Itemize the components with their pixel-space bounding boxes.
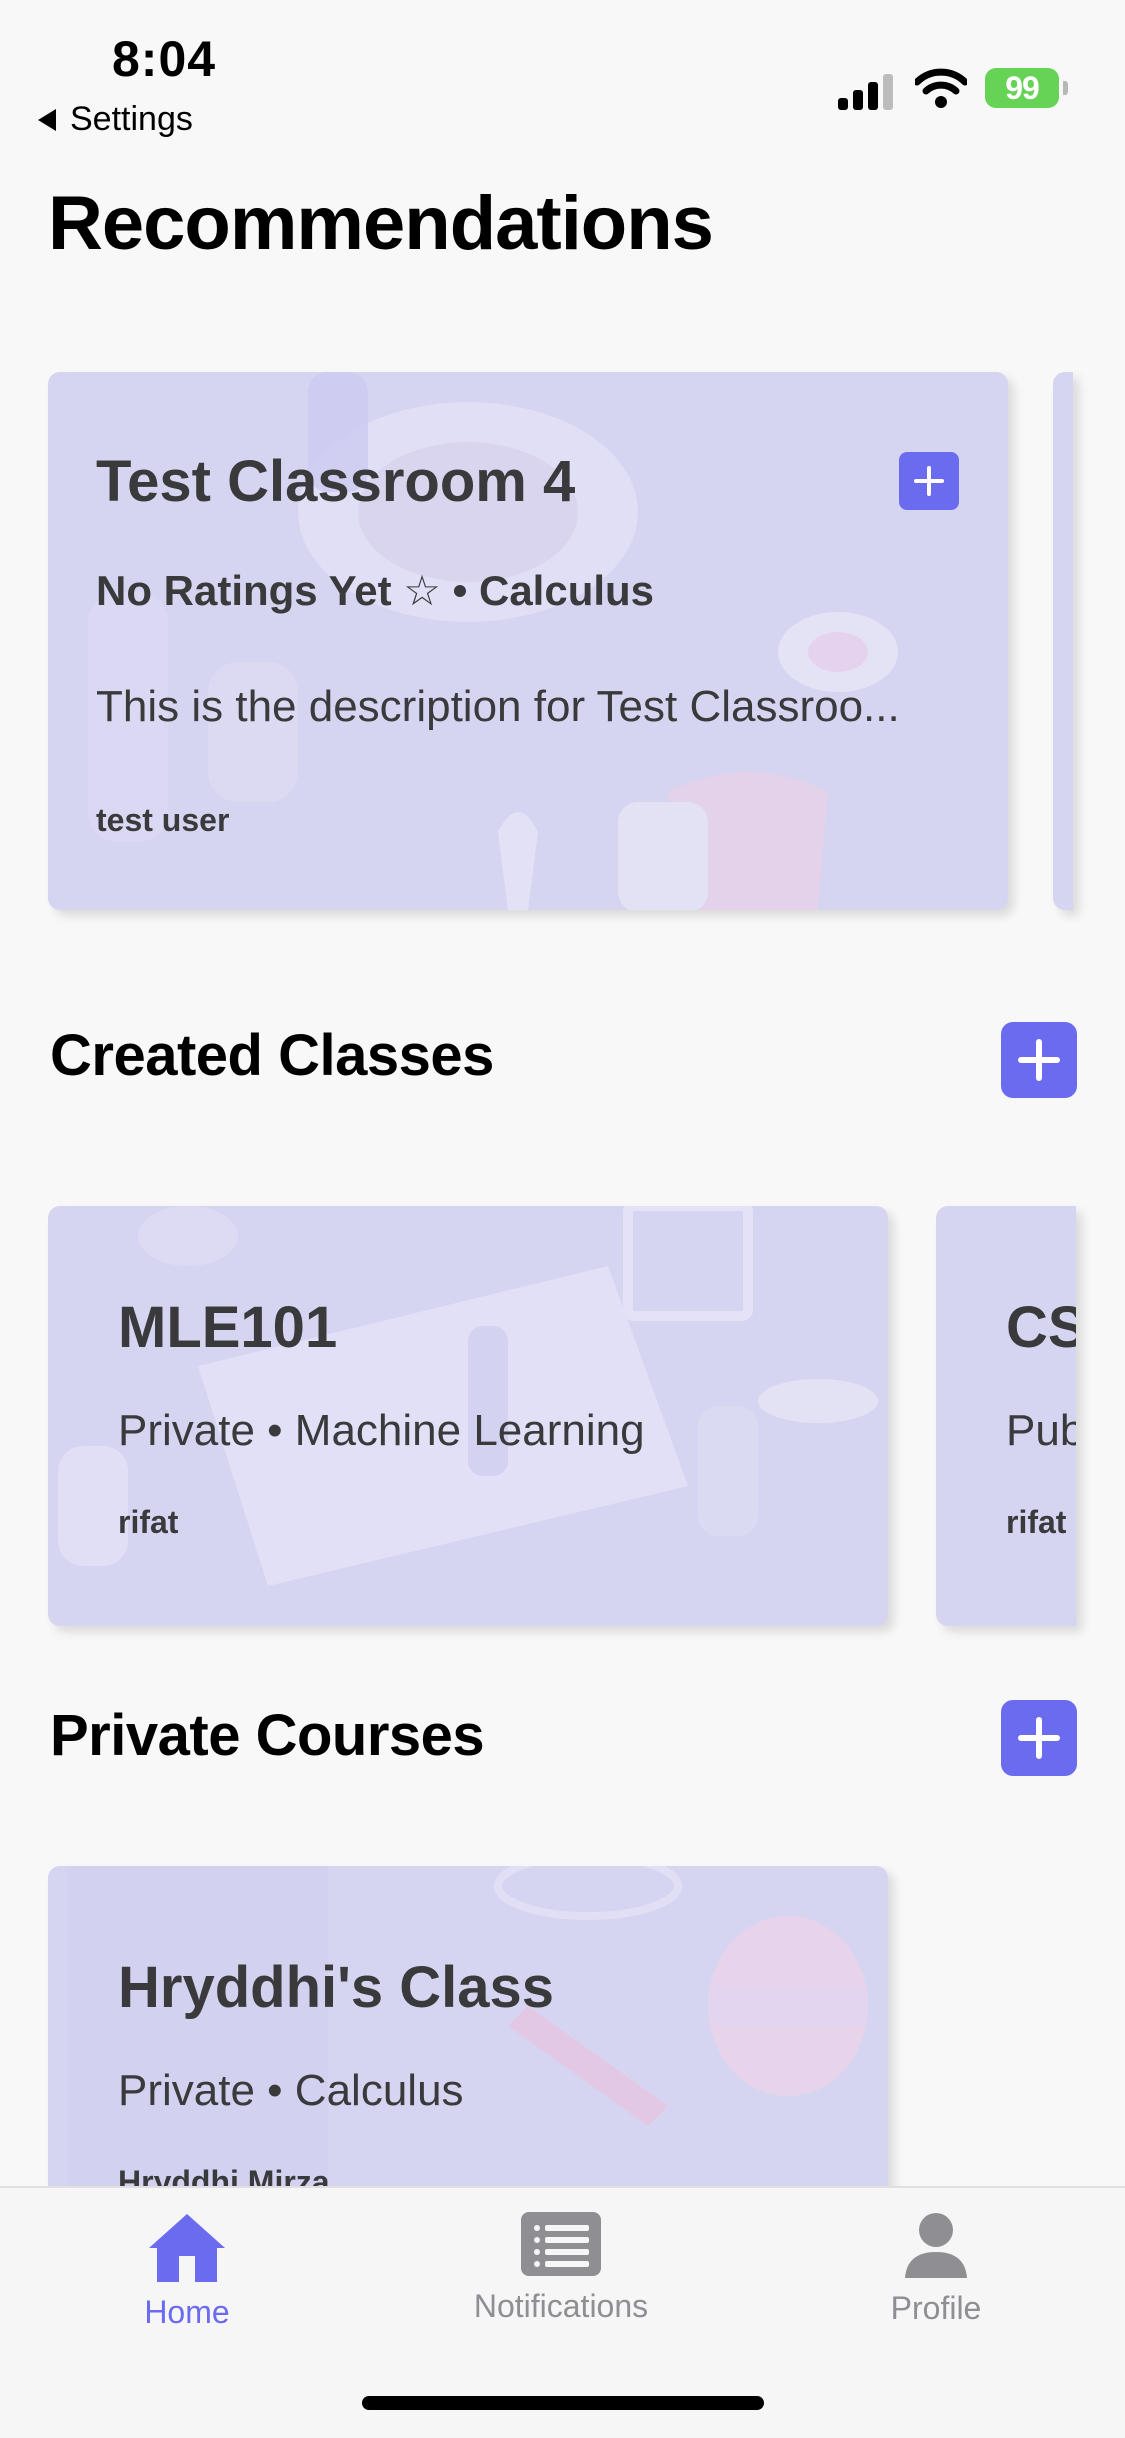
card-illustration (68, 1866, 868, 2196)
class-owner: rifat (1006, 1504, 1067, 1540)
class-meta: Private • Machine Learning (118, 1406, 645, 1455)
join-class-button[interactable] (899, 452, 959, 510)
tab-home[interactable]: Home (37, 2210, 337, 2331)
course-meta: Private • Calculus (118, 2066, 464, 2115)
list-icon (521, 2212, 601, 2276)
private-courses-title: Private Courses (50, 1703, 485, 1768)
tab-profile-label: Profile (890, 2290, 982, 2326)
card-owner: test user (96, 802, 230, 838)
page-title: Recommendations (48, 181, 714, 266)
back-triangle-icon (38, 108, 56, 131)
wifi-icon (913, 68, 969, 113)
tab-profile[interactable]: Profile (786, 2210, 1086, 2327)
card-description: This is the description for Test Classro… (96, 682, 900, 731)
class-card[interactable]: CS Pub rifat (936, 1206, 1076, 1626)
back-to-settings-link[interactable]: Settings (38, 100, 193, 139)
class-meta: Pub (1006, 1406, 1076, 1455)
plus-icon (1018, 1717, 1060, 1759)
tab-home-label: Home (144, 2294, 230, 2330)
cellular-signal-icon (838, 72, 893, 110)
class-card[interactable]: MLE101 Private • Machine Learning rifat (48, 1206, 888, 1626)
home-indicator[interactable] (362, 2396, 764, 2410)
course-card[interactable]: Hryddhi's Class Private • Calculus Hrydd… (48, 1866, 888, 2196)
back-label: Settings (70, 100, 193, 138)
tab-notifications[interactable]: Notifications (411, 2210, 711, 2325)
card-title: Test Classroom 4 (96, 449, 576, 514)
recommendation-card-peek[interactable] (1053, 372, 1073, 910)
join-private-course-button[interactable] (1001, 1700, 1077, 1776)
status-time: 8:04 (112, 31, 217, 87)
battery-icon: 99 (985, 68, 1068, 108)
recommendation-card[interactable]: Test Classroom 4 No Ratings Yet ☆ • Calc… (48, 372, 1008, 910)
person-icon (905, 2213, 967, 2278)
created-classes-title: Created Classes (50, 1023, 494, 1088)
course-title: Hryddhi's Class (118, 1955, 555, 2020)
battery-level: 99 (1005, 69, 1040, 106)
tab-notifications-label: Notifications (473, 2288, 649, 2324)
class-title: MLE101 (118, 1295, 338, 1360)
home-icon (149, 2214, 225, 2282)
class-owner: rifat (118, 1504, 179, 1540)
plus-icon (914, 466, 944, 496)
card-rating-subject: No Ratings Yet ☆ • Calculus (96, 567, 655, 614)
class-title: CS (1006, 1295, 1076, 1360)
plus-icon (1018, 1039, 1060, 1081)
create-class-button[interactable] (1001, 1022, 1077, 1098)
